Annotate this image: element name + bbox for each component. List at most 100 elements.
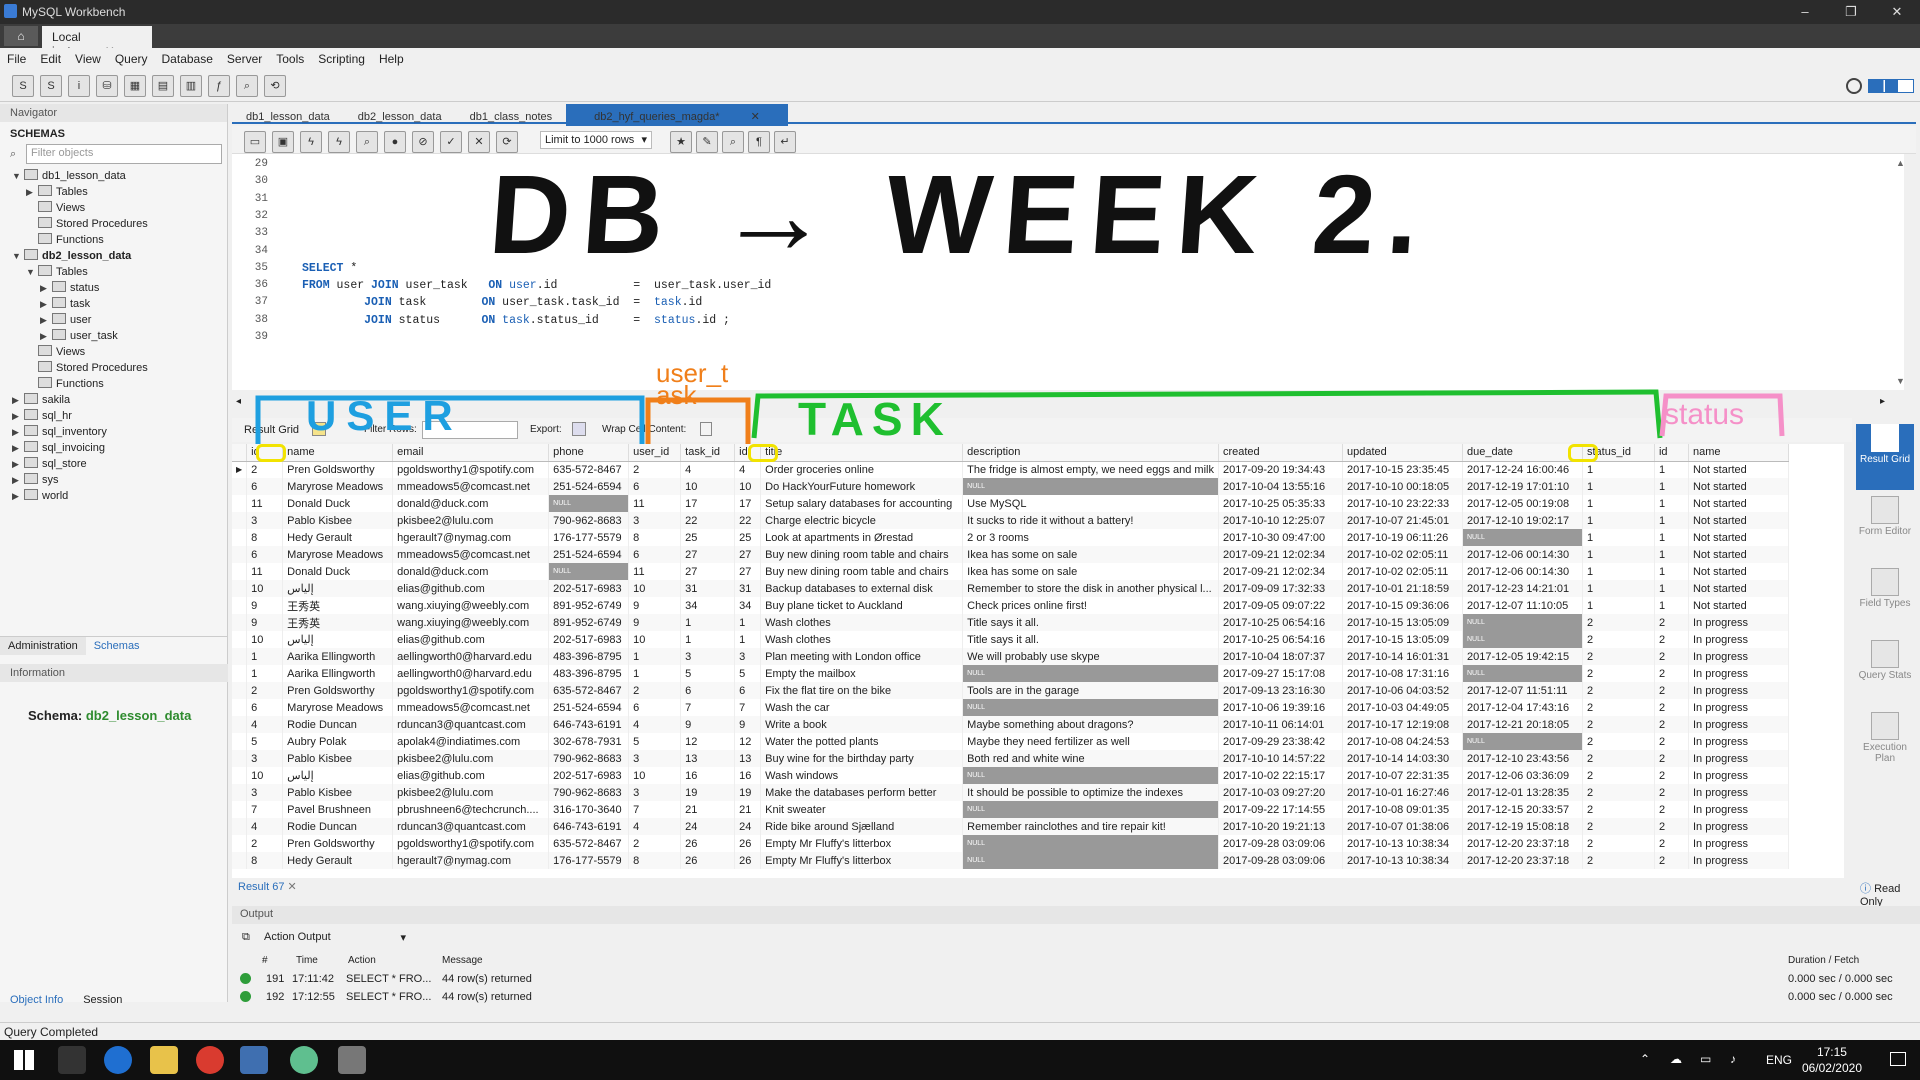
scroll-right-icon[interactable]: ▸ xyxy=(1880,396,1885,407)
table-cell[interactable]: mmeadows5@comcast.net xyxy=(392,699,550,716)
table-cell[interactable]: 2 xyxy=(1582,767,1655,784)
chevron-right-icon[interactable]: ▶ xyxy=(12,472,24,488)
table-cell[interactable]: donald@duck.com xyxy=(392,495,550,512)
table-cell[interactable]: Pren Goldsworthy xyxy=(282,461,394,478)
photos-icon[interactable] xyxy=(338,1046,366,1074)
table-cell[interactable]: pkisbee2@lulu.com xyxy=(392,784,550,801)
table-cell[interactable]: elias@github.com xyxy=(392,631,550,648)
table-cell[interactable]: apolak4@indiatimes.com xyxy=(392,733,550,750)
table-cell[interactable]: 7 xyxy=(628,801,682,818)
tree-item[interactable]: ▶ user xyxy=(0,312,227,328)
table-cell[interactable]: Maryrose Meadows xyxy=(282,699,394,716)
table-cell[interactable]: 2017-09-28 03:09:06 xyxy=(1218,835,1343,852)
table-cell[interactable]: 251-524-6594 xyxy=(548,546,630,563)
table-cell[interactable]: In progress xyxy=(1688,767,1789,784)
stop-icon[interactable]: ● xyxy=(384,131,406,153)
table-cell[interactable]: Wash clothes xyxy=(760,614,964,631)
table-cell[interactable]: 2017-10-02 02:05:11 xyxy=(1342,563,1463,580)
table-cell[interactable]: 5 xyxy=(734,665,762,682)
table-cell[interactable]: 1 xyxy=(1582,546,1655,563)
table-cell[interactable]: 8 xyxy=(246,852,284,869)
tree-item[interactable]: ▶ status xyxy=(0,280,227,296)
rollback-icon[interactable]: ✕ xyxy=(468,131,490,153)
table-cell[interactable]: Donald Duck xyxy=(282,563,394,580)
network-icon[interactable]: ☁ xyxy=(1670,1052,1682,1066)
table-cell[interactable]: 8 xyxy=(628,852,682,869)
chevron-right-icon[interactable]: ▶ xyxy=(40,328,52,344)
table-cell[interactable]: 9 xyxy=(734,716,762,733)
column-header[interactable]: created xyxy=(1218,444,1343,462)
table-cell[interactable]: 2017-10-04 13:55:16 xyxy=(1218,478,1343,495)
table-row[interactable]: 8 Hedy Gerault hgerault7@nymag.com 176-177-… xyxy=(232,529,1789,546)
table-row[interactable]: 11 Donald Duck donald@duck.com NULL 11 27 27 Bu… xyxy=(232,563,1789,580)
table-cell[interactable]: 2017-10-02 22:15:17 xyxy=(1218,767,1343,784)
table-cell[interactable]: Not started xyxy=(1688,478,1789,495)
chevron-right-icon[interactable]: ▶ xyxy=(12,408,24,424)
table-cell[interactable]: NULL xyxy=(1462,665,1583,682)
chrome-icon[interactable] xyxy=(196,1046,224,1074)
table-cell[interactable]: 10 xyxy=(246,631,284,648)
table-cell[interactable]: 27 xyxy=(680,546,736,563)
table-cell[interactable]: 2 xyxy=(1654,614,1689,631)
table-cell[interactable]: 1 xyxy=(1654,478,1689,495)
table-cell[interactable]: 2017-10-25 06:54:16 xyxy=(1218,614,1343,631)
table-cell[interactable]: 646-743-6191 xyxy=(548,716,630,733)
table-cell[interactable]: 176-177-5579 xyxy=(548,529,630,546)
table-cell[interactable]: pgoldsworthy1@spotify.com xyxy=(392,835,550,852)
table-cell[interactable]: 10 xyxy=(246,767,284,784)
table-cell[interactable]: 2 xyxy=(1654,767,1689,784)
table-row[interactable]: 4 Rodie Duncan rduncan3@quantcast.com 646-7… xyxy=(232,716,1789,733)
menu-edit[interactable]: Edit xyxy=(33,48,68,66)
scroll-up-icon[interactable]: ▲ xyxy=(1896,158,1905,168)
tab-schemas[interactable]: Schemas xyxy=(86,637,148,655)
execute-current-icon[interactable]: ϟ xyxy=(328,131,350,153)
table-cell[interactable]: 6 xyxy=(246,699,284,716)
output-row[interactable]: 192 17:12:55 SELECT * FRO... 44 row(s) retu… xyxy=(232,988,1920,1006)
table-row[interactable]: 9 王秀英 wang.xiuying@weebly.com 891-952-6749 9… xyxy=(232,597,1789,614)
execute-icon[interactable]: ϟ xyxy=(300,131,322,153)
table-cell[interactable]: Ride bike around Sjælland xyxy=(760,818,964,835)
table-cell[interactable]: 1 xyxy=(1654,597,1689,614)
table-cell[interactable]: 2 xyxy=(1582,614,1655,631)
table-cell[interactable]: 2 xyxy=(1654,835,1689,852)
table-cell[interactable]: 6 xyxy=(680,682,736,699)
row-selector[interactable] xyxy=(232,784,248,801)
table-cell[interactable]: elias@github.com xyxy=(392,580,550,597)
table-cell[interactable]: 19 xyxy=(734,784,762,801)
tab-db1-class-notes[interactable]: db1_class_notes xyxy=(456,108,567,126)
table-cell[interactable]: 2017-10-08 04:24:53 xyxy=(1342,733,1463,750)
table-cell[interactable]: 1 xyxy=(1654,563,1689,580)
table-cell[interactable]: Check prices online first! xyxy=(962,597,1219,614)
table-cell[interactable]: 2017-12-19 17:01:10 xyxy=(1462,478,1583,495)
table-cell[interactable]: 3 xyxy=(628,512,682,529)
table-cell[interactable]: 790-962-8683 xyxy=(548,750,630,767)
table-cell[interactable]: 34 xyxy=(680,597,736,614)
table-row[interactable]: 3 Pablo Kisbee pkisbee2@lulu.com 790-962-86… xyxy=(232,750,1789,767)
table-cell[interactable]: 202-517-6983 xyxy=(548,631,630,648)
table-cell[interactable]: Empty Mr Fluffy's litterbox xyxy=(760,852,964,869)
table-row[interactable]: 2 Pren Goldsworthy pgoldsworthy1@spotify.c… xyxy=(232,682,1789,699)
create-view-icon[interactable]: ▤ xyxy=(152,75,174,97)
table-row[interactable]: 6 Maryrose Meadows mmeadows5@comcast.net 25… xyxy=(232,699,1789,716)
table-cell[interactable]: 1 xyxy=(734,631,762,648)
volume-icon[interactable]: ♪ xyxy=(1730,1052,1736,1066)
table-cell[interactable]: 8 xyxy=(628,529,682,546)
table-cell[interactable]: mmeadows5@comcast.net xyxy=(392,478,550,495)
row-selector[interactable] xyxy=(232,835,248,852)
table-cell[interactable]: 1 xyxy=(1582,529,1655,546)
commit-icon[interactable]: ✓ xyxy=(440,131,462,153)
tab-db1-lesson-data[interactable]: db1_lesson_data xyxy=(232,108,344,126)
tree-item[interactable]: ▶ world xyxy=(0,488,227,504)
table-cell[interactable]: 2 xyxy=(1582,699,1655,716)
code-line[interactable]: FROM user JOIN user_task ON user.id = us… xyxy=(302,279,771,292)
table-cell[interactable]: 2 xyxy=(1582,665,1655,682)
table-row[interactable]: 11 Donald Duck donald@duck.com NULL 11 17 17 Se… xyxy=(232,495,1789,512)
table-cell[interactable]: aellingworth0@harvard.edu xyxy=(392,665,550,682)
table-cell[interactable]: Aarika Ellingworth xyxy=(282,648,394,665)
tab-object-info[interactable]: Object Info xyxy=(0,992,73,1008)
close-button[interactable]: ✕ xyxy=(1874,0,1920,24)
table-cell[interactable]: 6 xyxy=(628,699,682,716)
table-cell[interactable]: 19 xyxy=(680,784,736,801)
table-cell[interactable]: Tools are in the garage xyxy=(962,682,1219,699)
tree-item[interactable]: ▶ task xyxy=(0,296,227,312)
